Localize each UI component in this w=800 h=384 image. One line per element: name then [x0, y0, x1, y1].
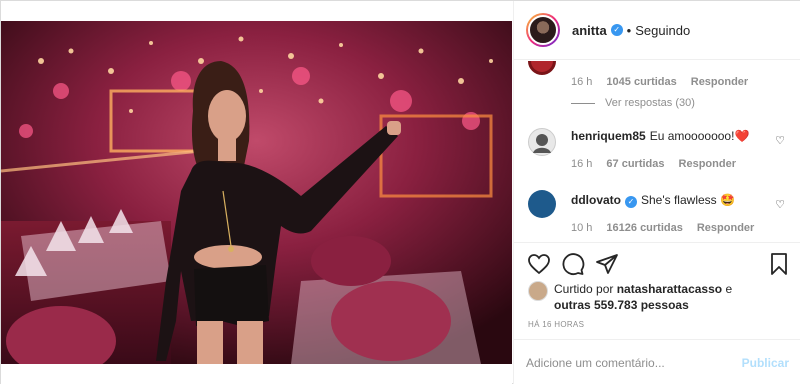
comment-likes[interactable]: 16126 curtidas: [606, 222, 682, 234]
post-header: anitta ✓ • Seguindo: [514, 1, 800, 60]
liked-by-suffix: e: [725, 282, 733, 296]
comment-time: 16 h: [571, 158, 593, 170]
comment-input[interactable]: Adicione um comentário...: [526, 356, 742, 370]
comment-emoji: ❤️: [734, 129, 750, 143]
liked-by: Curtido por natasharattacasso e outras 5…: [528, 281, 732, 313]
liked-by-prefix: Curtido por: [554, 282, 614, 296]
comments-list[interactable]: 16 h 1045 curtidas Responder Ver respost…: [514, 61, 800, 241]
comment-avatar[interactable]: [528, 61, 556, 75]
share-icon[interactable]: [595, 252, 619, 276]
follow-status-button[interactable]: Seguindo: [635, 23, 690, 38]
reply-button[interactable]: Responder: [679, 158, 736, 170]
comment-body: ddlovato ✓ She's flawless 🤩: [571, 193, 735, 208]
author-username[interactable]: anitta: [572, 23, 607, 38]
post-timestamp[interactable]: HÁ 16 HORAS: [528, 320, 584, 329]
comment-avatar[interactable]: [528, 190, 556, 218]
heart-icon[interactable]: ♡: [775, 198, 785, 211]
post-actions: [514, 242, 800, 284]
bookmark-icon[interactable]: [767, 252, 791, 276]
comment-text: Eu amooooooo!: [649, 129, 735, 143]
reply-button[interactable]: Responder: [691, 76, 748, 88]
verified-icon: ✓: [625, 196, 637, 208]
view-replies-label: Ver respostas (30): [605, 97, 695, 109]
post-window: anitta ✓ • Seguindo 16 h 1045 curtidas R…: [0, 0, 800, 384]
post-photo[interactable]: [1, 21, 512, 364]
comment-time: 10 h: [571, 222, 593, 234]
comment-meta: 10 h 16126 curtidas Responder: [571, 222, 768, 234]
photo-bottom-padding: [1, 364, 512, 384]
comment-meta: 16 h 67 curtidas Responder: [571, 158, 750, 170]
likes-summary: Curtido por natasharattacasso e outras 5…: [554, 281, 732, 313]
comment-time: 16 h: [571, 76, 593, 88]
comment-meta: 16 h 1045 curtidas Responder: [571, 76, 762, 88]
add-comment-bar: Adicione um comentário... Publicar: [514, 339, 800, 384]
heart-icon[interactable]: [527, 252, 551, 276]
photo-top-padding: [1, 1, 512, 21]
author-avatar[interactable]: [526, 13, 560, 47]
comment-body: henriquem85 Eu amooooooo!❤️: [571, 129, 749, 143]
comment-likes[interactable]: 67 curtidas: [606, 158, 664, 170]
post-side-panel: anitta ✓ • Seguindo 16 h 1045 curtidas R…: [513, 1, 800, 384]
liker-avatar[interactable]: [528, 281, 548, 301]
comment-username[interactable]: ddlovato: [571, 193, 621, 207]
photo-illustration: [1, 21, 512, 364]
verified-icon: ✓: [610, 24, 623, 36]
comment-avatar[interactable]: [528, 128, 556, 156]
heart-icon[interactable]: ♡: [775, 134, 785, 147]
likes-others[interactable]: outras 559.783 pessoas: [554, 298, 689, 312]
comment-icon[interactable]: [561, 252, 585, 276]
reply-button[interactable]: Responder: [697, 222, 754, 234]
header-separator: •: [626, 22, 632, 38]
publish-button[interactable]: Publicar: [742, 356, 789, 370]
view-replies-button[interactable]: Ver respostas (30): [571, 97, 695, 109]
comment-username[interactable]: henriquem85: [571, 129, 646, 143]
comment-emoji: 🤩: [720, 193, 735, 207]
comment-likes[interactable]: 1045 curtidas: [606, 76, 676, 88]
liker-username[interactable]: natasharattacasso: [617, 282, 722, 296]
comment-text: She's flawless: [641, 193, 717, 207]
